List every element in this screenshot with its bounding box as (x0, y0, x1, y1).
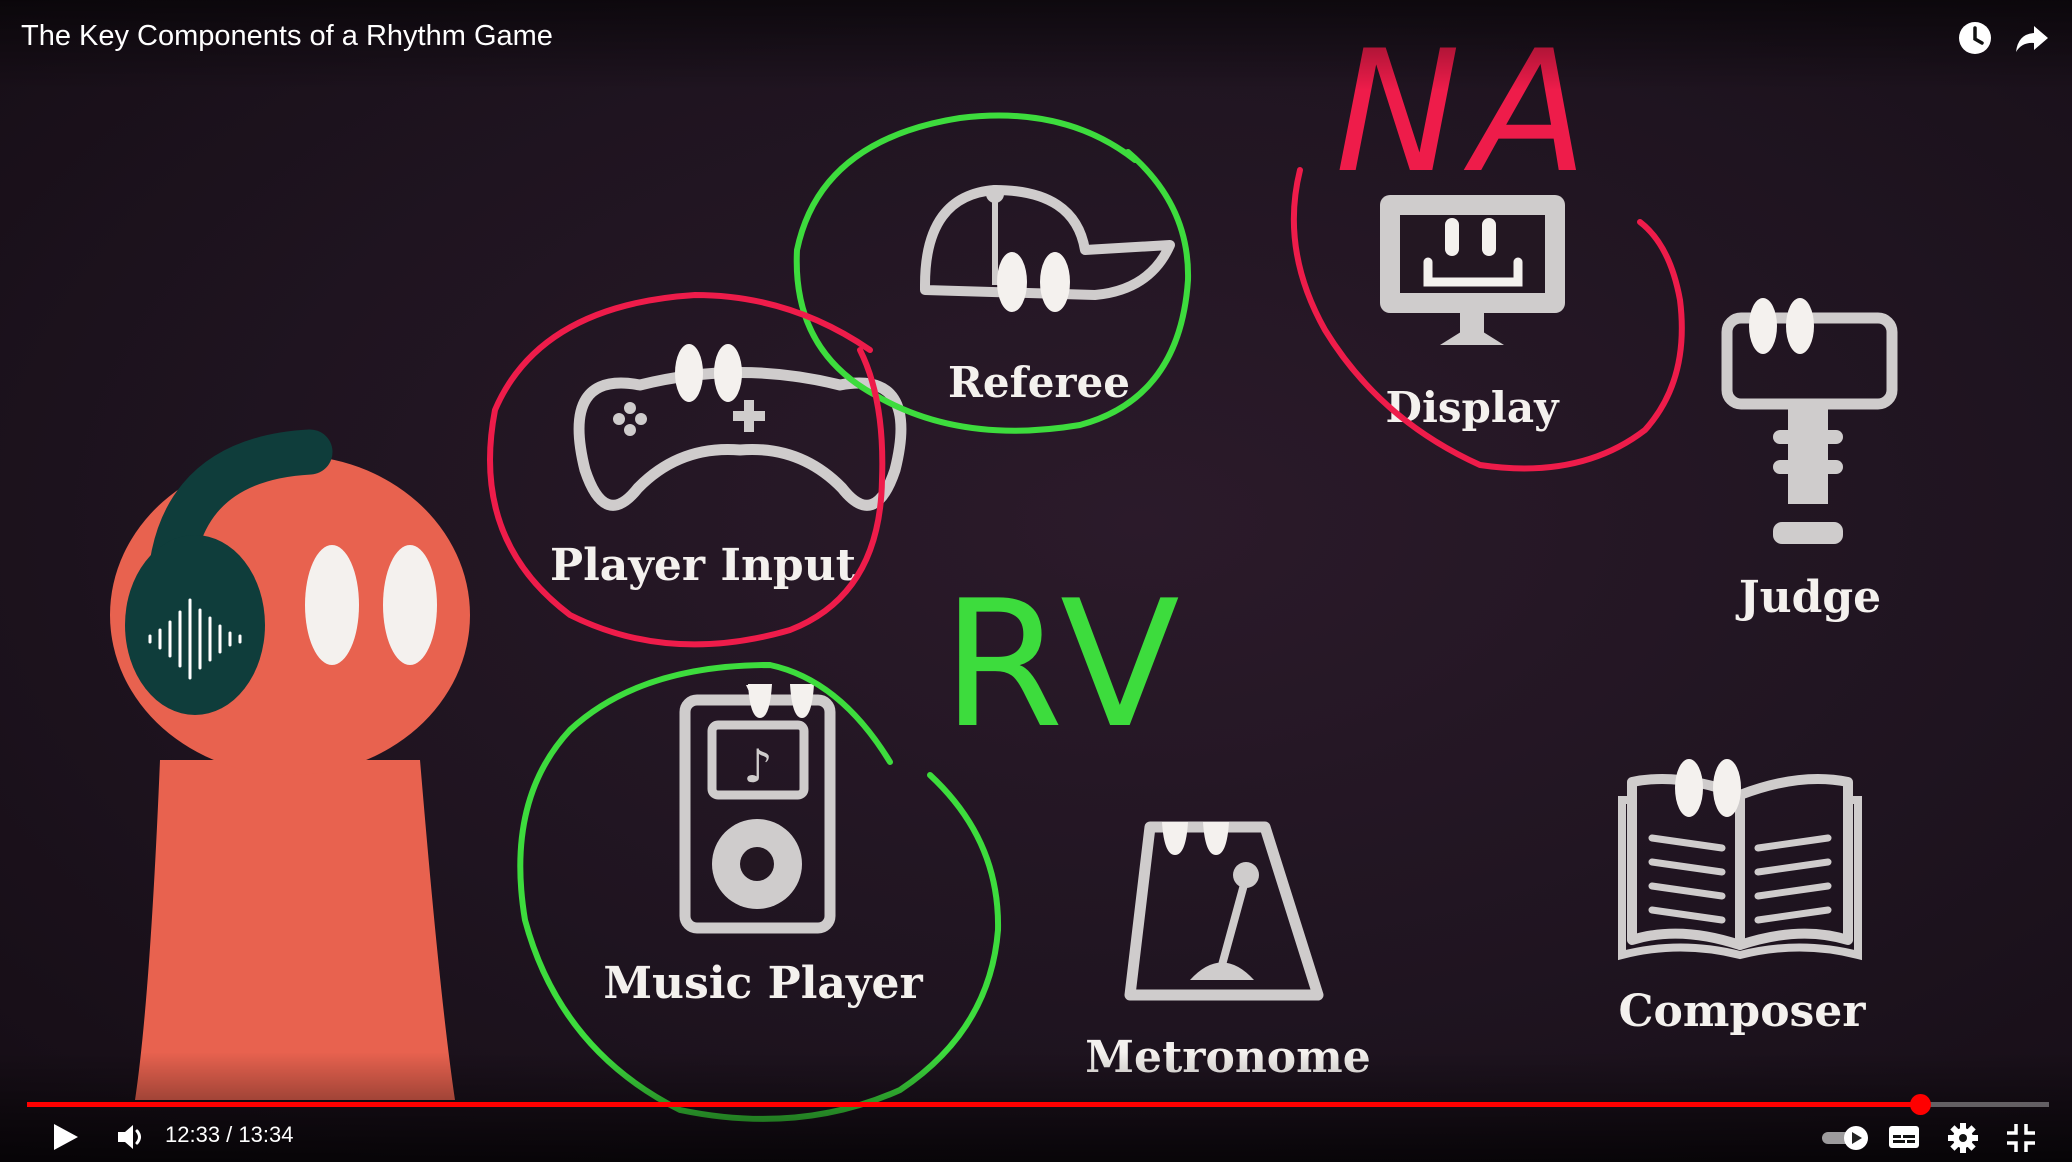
annotation-rv: RV (942, 564, 1186, 767)
display-icon (1380, 195, 1565, 345)
top-bar: The Key Components of a Rhythm Game (0, 0, 2072, 90)
player-input-icon (573, 344, 907, 511)
video-frame: Referee Display Player Input Judge ♪ Mus… (110, 14, 1898, 1122)
component-label-composer: Composer (1619, 986, 1867, 1037)
gear-icon (1948, 1123, 1978, 1153)
video-player[interactable]: Referee Display Player Input Judge ♪ Mus… (0, 0, 2072, 1162)
subtitles-icon (1889, 1126, 1919, 1148)
duration: 13:34 (238, 1122, 294, 1147)
progress-scrubber[interactable] (1909, 1094, 1931, 1115)
time-display: 12:33 / 13:34 (165, 1122, 293, 1148)
exit-fullscreen-icon (2007, 1124, 2035, 1152)
current-time: 12:33 (165, 1122, 221, 1147)
share-arrow-icon[interactable] (2012, 18, 2052, 58)
autoplay-toggle[interactable] (1820, 1124, 1870, 1157)
volume-button[interactable] (114, 1120, 148, 1159)
time-separator: / (220, 1122, 239, 1147)
character-illustration (110, 429, 470, 1100)
play-button[interactable] (48, 1120, 82, 1159)
subtitles-button[interactable] (1887, 1122, 1921, 1157)
settings-button[interactable] (1946, 1121, 1980, 1160)
component-label-referee: Referee (948, 358, 1130, 407)
play-icon (54, 1124, 78, 1150)
volume-icon (118, 1125, 141, 1149)
autoplay-toggle-icon (1822, 1126, 1868, 1150)
judge-icon (1721, 298, 1898, 544)
component-label-music-player: Music Player (603, 958, 923, 1009)
exit-fullscreen-button[interactable] (2004, 1121, 2038, 1160)
player-controls (0, 1052, 2072, 1162)
clock-icon[interactable] (1955, 18, 1995, 58)
progress-bar-fill (27, 1102, 1920, 1107)
composer-icon (1618, 759, 1862, 961)
component-label-judge: Judge (1735, 572, 1881, 623)
referee-icon (920, 185, 1175, 312)
progress-bar[interactable] (27, 1094, 2049, 1115)
metronome-icon (1124, 821, 1324, 1001)
video-title[interactable]: The Key Components of a Rhythm Game (21, 20, 553, 53)
svg-text:♪: ♪ (743, 739, 772, 793)
component-label-player-input: Player Input (550, 540, 857, 591)
music-player-icon: ♪ (679, 684, 836, 934)
